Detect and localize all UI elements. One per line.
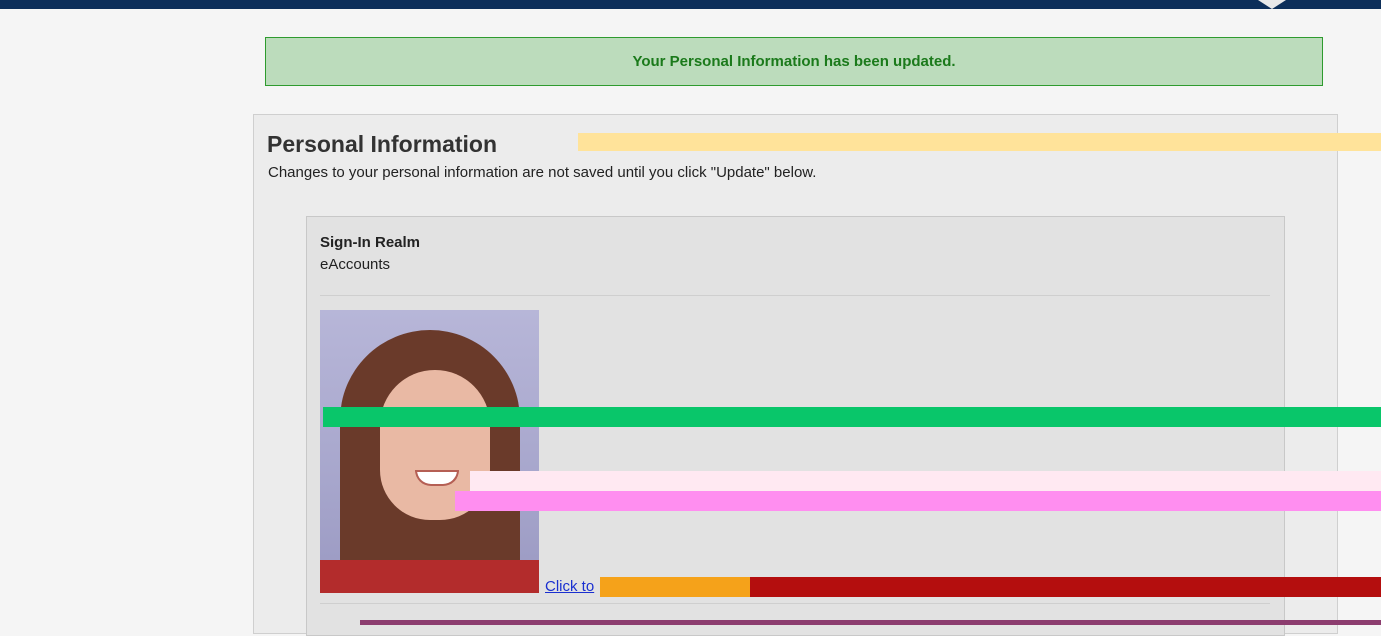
glitch-stripe-bottom — [360, 620, 1381, 625]
glitch-stripe-magenta — [455, 491, 1381, 511]
realm-label: Sign-In Realm — [320, 234, 421, 251]
section-divider — [320, 295, 1270, 296]
upload-photo-link[interactable]: Click to — [545, 578, 594, 595]
glitch-stripe-green — [323, 407, 1381, 427]
glitch-stripe-pink-light — [470, 471, 1381, 491]
page-title: Personal Information — [267, 131, 498, 157]
top-nav-bar — [0, 0, 1381, 9]
section-divider-bottom — [320, 603, 1270, 604]
profile-photo — [320, 310, 539, 593]
page-intro: Changes to your personal information are… — [268, 164, 817, 181]
realm-value: eAccounts — [320, 256, 391, 273]
success-alert: Your Personal Information has been updat… — [265, 37, 1323, 86]
glitch-stripe-orange — [600, 577, 750, 597]
menu-notch — [1258, 0, 1286, 9]
success-message: Your Personal Information has been updat… — [632, 53, 956, 70]
heading-artifact — [578, 133, 1381, 151]
photo-shirt — [320, 560, 539, 593]
